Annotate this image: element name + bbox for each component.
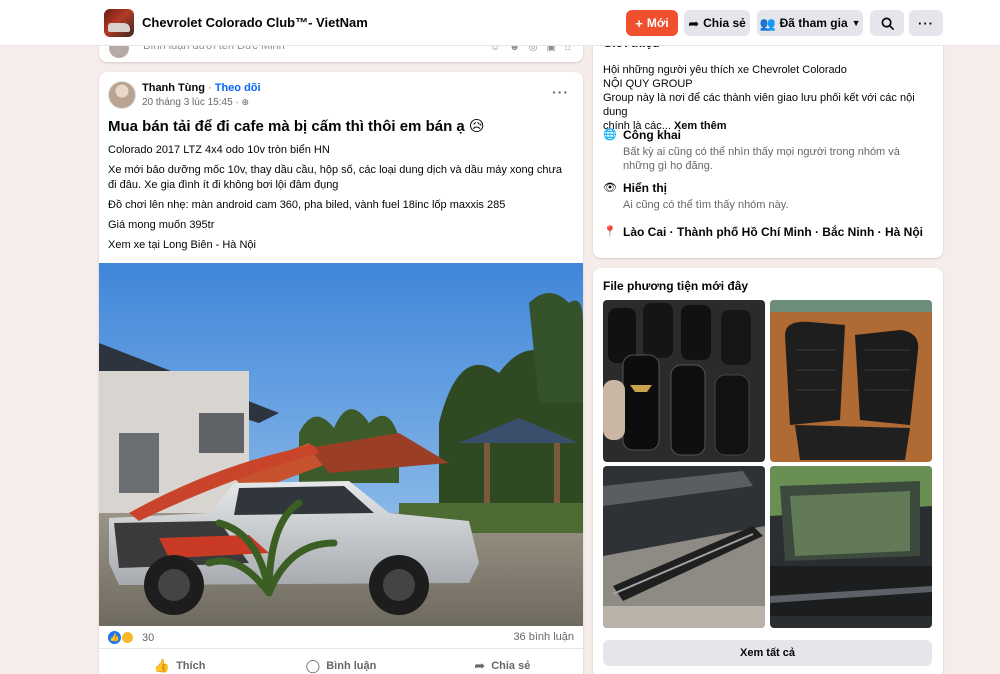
media-thumb-floormats[interactable]	[770, 300, 932, 462]
share-button[interactable]: ➦ Chia sẻ	[422, 649, 583, 674]
care-reaction-icon	[121, 631, 134, 644]
comments-count[interactable]: 36 bình luận	[513, 631, 574, 643]
post-options-button[interactable]: ···	[552, 84, 569, 100]
post-author-line: Thanh Tùng · Theo dõi	[142, 82, 261, 94]
group-header: Chevrolet Colorado Club™- VietNam + Mới …	[0, 0, 1000, 46]
media-thumb-sidestep[interactable]	[603, 466, 765, 628]
media-thumb-door[interactable]	[770, 466, 932, 628]
public-title: Công khai	[623, 128, 682, 142]
car-keys-photo	[603, 300, 765, 462]
post-paragraph: Đồ chơi lên nhẹ: màn android cam 360, ph…	[108, 199, 506, 211]
caret-down-icon: ▼	[851, 17, 861, 28]
plus-icon: +	[635, 15, 643, 31]
comment-bubble-icon: ◯	[305, 657, 321, 673]
truck-photo-illustration	[99, 263, 583, 626]
eye-icon: 👁	[603, 182, 617, 194]
group-name[interactable]: Chevrolet Colorado Club™- VietNam	[142, 15, 368, 30]
joined-label: Đã tham gia	[779, 16, 848, 30]
globe-icon: 🌐	[603, 129, 617, 141]
more-options-button[interactable]: ···	[909, 10, 943, 36]
about-line: Hội những người yêu thích xe Chevrolet C…	[603, 64, 847, 76]
floor-mats-photo	[770, 300, 932, 462]
share-group-label: Chia sẻ	[703, 16, 746, 30]
post-paragraph: Colorado 2017 LTZ 4x4 odo 10v tròn biển …	[108, 144, 330, 156]
author-name[interactable]: Thanh Tùng	[142, 82, 205, 94]
globe-icon: ⊕	[241, 97, 250, 107]
recent-media-heading: File phương tiện mới đây	[603, 279, 749, 293]
location-pin-icon: 📍	[603, 226, 617, 238]
search-button[interactable]	[870, 10, 904, 36]
media-thumb-keys[interactable]	[603, 300, 765, 462]
share-arrow-icon: ➦	[474, 657, 486, 673]
post-title: Mua bán tải để đi cafe mà bị cấm thì thô…	[108, 118, 485, 135]
about-line: NỘI QUY GROUP	[603, 78, 693, 90]
follow-link[interactable]: Theo dõi	[215, 82, 261, 94]
post-body: Colorado 2017 LTZ 4x4 odo 10v tròn biển …	[108, 143, 568, 258]
visible-description: Ai cũng có thể tìm thấy nhóm này.	[623, 199, 789, 211]
separator-dot: ·	[208, 82, 212, 94]
new-post-label: Mới	[646, 16, 669, 30]
like-label: Thích	[176, 659, 206, 672]
post-timestamp[interactable]: 20 tháng 3 lúc 15:45 · ⊕	[142, 97, 249, 108]
comment-button[interactable]: ◯ Bình luận	[260, 649, 421, 674]
locations-text[interactable]: Lào Cai · Thành phố Hồ Chí Minh · Bắc Ni…	[623, 225, 923, 239]
like-button[interactable]: 👍 Thích	[99, 649, 260, 674]
reaction-count: 30	[142, 631, 155, 644]
post-photo[interactable]	[99, 263, 583, 626]
reaction-summary[interactable]: 👍 30	[108, 631, 154, 644]
see-all-media-button[interactable]: Xem tất cả	[603, 640, 932, 666]
post-actions: 👍 Thích ◯ Bình luận ➦ Chia sẻ	[99, 648, 583, 674]
share-group-button[interactable]: ➦ Chia sẻ	[684, 10, 750, 36]
group-locations: 📍 Lào Cai · Thành phố Hồ Chí Minh · Bắc …	[603, 225, 923, 239]
side-step-photo	[603, 466, 765, 628]
like-reaction-icon: 👍	[108, 631, 121, 644]
author-avatar[interactable]	[108, 81, 136, 109]
more-icon: ···	[918, 15, 934, 31]
joined-dropdown-button[interactable]: 👥 Đã tham gia ▼	[757, 10, 863, 36]
new-post-button[interactable]: + Mới	[626, 10, 678, 36]
about-description: Hội những người yêu thích xe Chevrolet C…	[603, 63, 938, 133]
thumbs-up-icon: 👍	[153, 657, 171, 673]
post-time-text: 20 tháng 3 lúc 15:45 ·	[142, 97, 239, 108]
privacy-public: 🌐 Công khai Bất kỳ ai cũng có thể nhìn t…	[603, 128, 923, 173]
share-label: Chia sẻ	[491, 659, 531, 672]
about-card: Giới thiệu Hội những người yêu thích xe …	[593, 30, 943, 258]
post-card: Thanh Tùng · Theo dõi 20 tháng 3 lúc 15:…	[99, 72, 583, 674]
group-cover-thumbnail[interactable]	[104, 9, 134, 37]
post-paragraph: Giá mong muốn 395tr	[108, 219, 215, 231]
comment-label: Bình luận	[326, 659, 377, 672]
recent-media-card: File phương tiện mới đây Xem tất cả	[593, 268, 943, 674]
share-arrow-icon: ➦	[688, 15, 700, 31]
public-description: Bất kỳ ai cũng có thể nhìn thấy mọi ngườ…	[623, 146, 900, 172]
truck-door-photo	[770, 466, 932, 628]
post-paragraph: Xem xe tại Long Biên - Hà Nội	[108, 239, 256, 251]
about-line: Group này là nơi để các thành viên giao …	[603, 92, 915, 118]
group-icon: 👥	[759, 15, 776, 31]
post-paragraph: Xe mới bảo dưỡng mốc 10v, thay dầu cầu, …	[108, 164, 562, 191]
visible-title: Hiển thị	[623, 181, 667, 195]
search-icon	[881, 17, 894, 30]
visibility-visible: 👁 Hiển thị Ai cũng có thể tìm thấy nhóm …	[603, 181, 923, 212]
